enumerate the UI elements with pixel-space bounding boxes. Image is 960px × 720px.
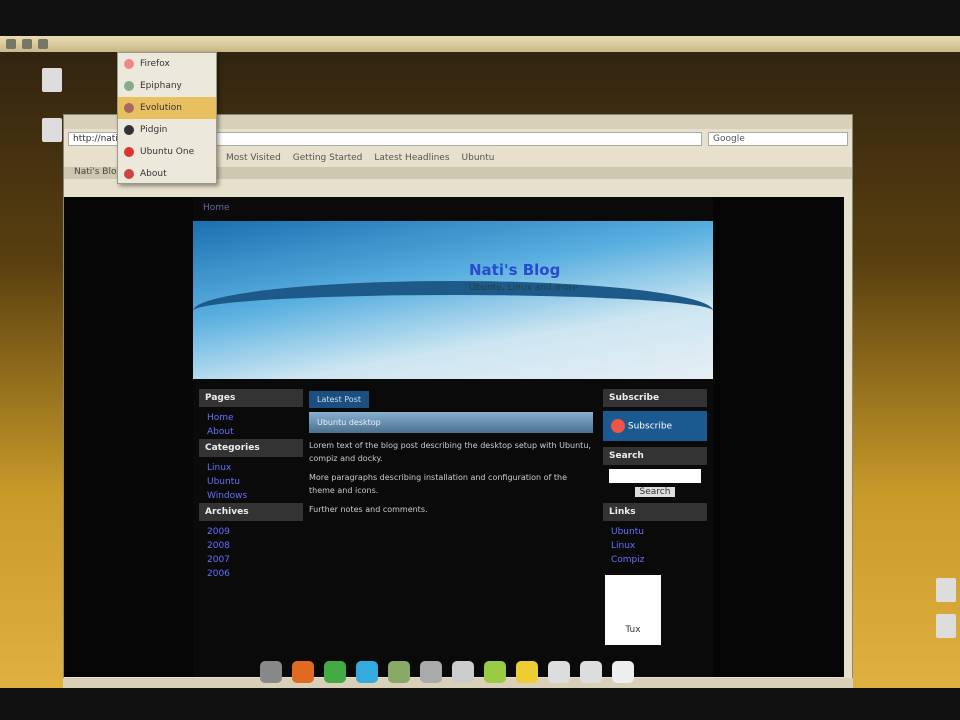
- menu-item-label: Firefox: [140, 59, 170, 69]
- app-icon[interactable]: [484, 661, 506, 683]
- sidebar-link[interactable]: Linux: [603, 539, 707, 553]
- blog-nav[interactable]: Home: [193, 197, 713, 219]
- applications-icon[interactable]: [6, 39, 16, 49]
- sidebar-link[interactable]: 2006: [199, 567, 303, 581]
- sidebar-heading: Subscribe: [603, 389, 707, 407]
- menu-item-label: Pidgin: [140, 125, 168, 135]
- menu-item[interactable]: Evolution: [118, 97, 216, 119]
- bookmark[interactable]: Latest Headlines: [374, 153, 449, 163]
- blog-page: Home Nati's Blog Ubuntu, Linux and more …: [193, 197, 713, 677]
- sidebar-heading: Search: [603, 447, 707, 465]
- sidebar-link[interactable]: 2007: [199, 553, 303, 567]
- places-icon[interactable]: [22, 39, 32, 49]
- tab[interactable]: Nati's Blog: [74, 167, 122, 177]
- post-tab[interactable]: Latest Post: [309, 391, 370, 408]
- menu-item[interactable]: Epiphany: [118, 75, 216, 97]
- menu-item-label: Ubuntu One: [140, 147, 195, 157]
- desktop-file-icon[interactable]: [936, 614, 956, 638]
- sidebar-link[interactable]: Compiz: [603, 553, 707, 567]
- play-icon[interactable]: [612, 661, 634, 683]
- sidebar-heading: Categories: [199, 439, 303, 457]
- desktop-file-icon[interactable]: [42, 68, 62, 92]
- dock: [240, 656, 720, 688]
- desktop-file-icon[interactable]: [936, 578, 956, 602]
- page-content: Home Nati's Blog Ubuntu, Linux and more …: [64, 197, 844, 677]
- right-sidebar: Subscribe Subscribe Search Search Links …: [603, 389, 707, 653]
- sidebar-link[interactable]: 2009: [199, 525, 303, 539]
- bookmark[interactable]: Most Visited: [226, 153, 281, 163]
- sidebar-heading: Links: [603, 503, 707, 521]
- app-icon[interactable]: [420, 661, 442, 683]
- rss-icon: [611, 419, 625, 433]
- sidebar-link[interactable]: Linux: [199, 461, 303, 475]
- sidebar-link[interactable]: Home: [199, 411, 303, 425]
- applications-menu: Firefox Epiphany Evolution Pidgin Ubuntu…: [117, 52, 217, 184]
- firefox-icon[interactable]: [292, 661, 314, 683]
- sidebar-link[interactable]: Ubuntu: [199, 475, 303, 489]
- search-input[interactable]: Google: [708, 132, 848, 146]
- sidebar-heading: Pages: [199, 389, 303, 407]
- menu-item-label: Evolution: [140, 103, 182, 113]
- app-icon[interactable]: [388, 661, 410, 683]
- sidebar-link[interactable]: Ubuntu: [603, 525, 707, 539]
- folder-icon[interactable]: [516, 661, 538, 683]
- computer-icon[interactable]: [260, 661, 282, 683]
- sidebar-link[interactable]: About: [199, 425, 303, 439]
- subscribe-button[interactable]: Subscribe: [603, 411, 707, 441]
- browser-window: http://nati.blogspot.com/ Google Most Vi…: [63, 114, 853, 688]
- menu-item[interactable]: Pidgin: [118, 119, 216, 141]
- mail-icon[interactable]: [452, 661, 474, 683]
- menu-item[interactable]: Firefox: [118, 53, 216, 75]
- header-wave: [193, 281, 713, 341]
- sidebar-search-button[interactable]: Search: [635, 487, 675, 497]
- blog-subtitle: Ubuntu, Linux and more: [469, 283, 578, 293]
- system-icon[interactable]: [38, 39, 48, 49]
- blog-post: Latest Post Ubuntu desktop Lorem text of…: [309, 391, 593, 522]
- bookmark[interactable]: Getting Started: [293, 153, 363, 163]
- blog-title[interactable]: Nati's Blog: [469, 261, 560, 279]
- left-sidebar: Pages Home About Categories Linux Ubuntu…: [199, 389, 303, 581]
- menu-item-label: Epiphany: [140, 81, 182, 91]
- menu-item[interactable]: Ubuntu One: [118, 141, 216, 163]
- badge-label: Tux: [625, 625, 641, 635]
- tux-badge[interactable]: Tux: [605, 575, 661, 645]
- desktop-file-icon[interactable]: [42, 118, 62, 142]
- next-icon[interactable]: [580, 661, 602, 683]
- post-paragraph: Further notes and comments.: [309, 505, 428, 514]
- post-paragraph: Lorem text of the blog post describing t…: [309, 441, 591, 463]
- pidgin-icon[interactable]: [324, 661, 346, 683]
- post-title[interactable]: Ubuntu desktop: [309, 412, 593, 433]
- blog-header: Nati's Blog Ubuntu, Linux and more: [193, 221, 713, 379]
- top-panel: [0, 36, 960, 52]
- sidebar-heading: Archives: [199, 503, 303, 521]
- previous-icon[interactable]: [548, 661, 570, 683]
- bookmark[interactable]: Ubuntu: [462, 153, 495, 163]
- post-paragraph: More paragraphs describing installation …: [309, 473, 568, 495]
- menu-item-label: About: [140, 169, 167, 179]
- skype-icon[interactable]: [356, 661, 378, 683]
- sidebar-search-input[interactable]: [609, 469, 701, 483]
- sidebar-link[interactable]: 2008: [199, 539, 303, 553]
- subscribe-label: Subscribe: [627, 421, 673, 432]
- menu-item[interactable]: About: [118, 163, 216, 185]
- sidebar-link[interactable]: Windows: [199, 489, 303, 503]
